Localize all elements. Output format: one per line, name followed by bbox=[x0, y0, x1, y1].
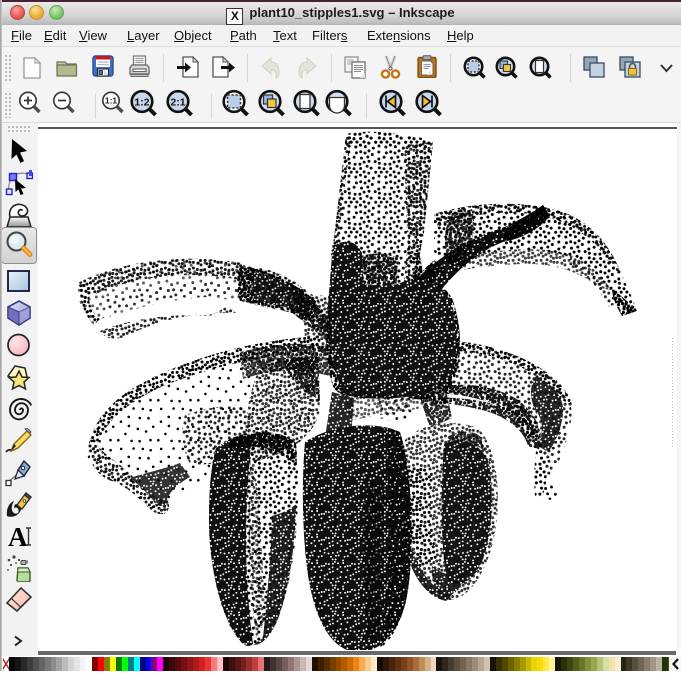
svg-text:2:1: 2:1 bbox=[170, 96, 185, 108]
svg-text:1:1: 1:1 bbox=[105, 96, 118, 106]
svg-text:A: A bbox=[8, 522, 28, 550]
svg-text:1:2: 1:2 bbox=[134, 96, 149, 108]
